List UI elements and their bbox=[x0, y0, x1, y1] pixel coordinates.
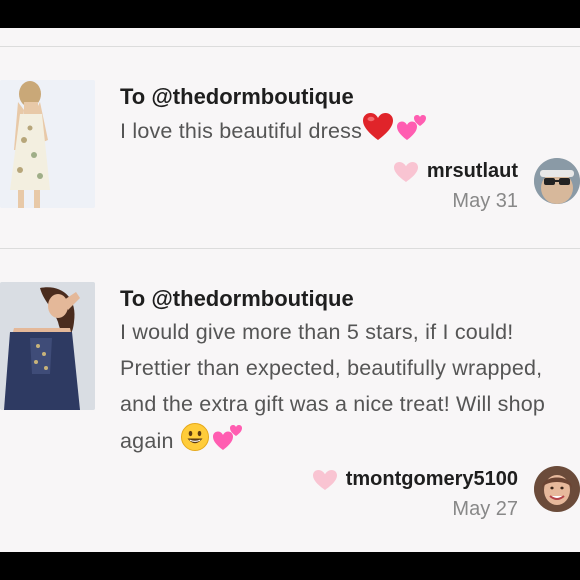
product-thumbnail-dress-2[interactable] bbox=[0, 282, 95, 410]
review-date: May 27 bbox=[452, 498, 518, 520]
review-message: I love this beautiful dress bbox=[120, 112, 575, 153]
review-recipient: To @thedormboutique bbox=[120, 84, 354, 109]
two-hearts-emoji-icon bbox=[212, 422, 244, 463]
like-heart-icon[interactable] bbox=[393, 161, 419, 183]
review-author[interactable]: tmontgomery5100 bbox=[312, 468, 518, 491]
like-heart-icon[interactable] bbox=[312, 469, 338, 491]
divider-top bbox=[0, 46, 580, 47]
username[interactable]: tmontgomery5100 bbox=[346, 468, 518, 491]
review-message: I would give more than 5 stars, if I cou… bbox=[120, 314, 575, 463]
red-heart-emoji-icon bbox=[362, 112, 394, 153]
avatar[interactable] bbox=[534, 158, 580, 204]
review-date: May 31 bbox=[452, 190, 518, 212]
avatar[interactable] bbox=[534, 466, 580, 512]
review-message-text: I love this beautiful dress bbox=[120, 119, 363, 144]
grinning-face-emoji-icon bbox=[180, 422, 210, 463]
review-author[interactable]: mrsutlaut bbox=[393, 160, 518, 183]
username[interactable]: mrsutlaut bbox=[427, 160, 518, 183]
top-black-bar bbox=[0, 0, 580, 28]
product-thumbnail-dress-1[interactable] bbox=[0, 80, 95, 208]
bottom-black-bar bbox=[0, 552, 580, 580]
review-recipient: To @thedormboutique bbox=[120, 286, 354, 311]
divider-middle bbox=[0, 248, 580, 249]
two-hearts-emoji-icon bbox=[396, 112, 428, 153]
